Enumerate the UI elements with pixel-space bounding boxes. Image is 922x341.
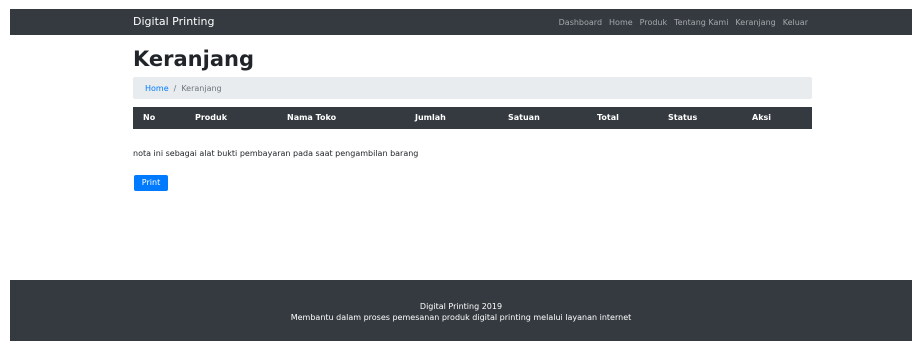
breadcrumb-separator: / <box>173 83 177 93</box>
navbar-brand[interactable]: Digital Printing <box>133 9 215 35</box>
page-title: Keranjang <box>133 47 254 71</box>
column-header-no: No <box>143 113 156 122</box>
nav-link-home[interactable]: Home <box>609 18 633 27</box>
receipt-note: nota ini sebagai alat bukti pembayaran p… <box>133 149 419 158</box>
cart-table-header: No Produk Nama Toko Jumlah Satuan Total … <box>133 107 812 129</box>
footer-tagline: Membantu dalam proses pemesanan produk d… <box>290 313 632 322</box>
column-header-satuan: Satuan <box>508 113 540 122</box>
column-header-total: Total <box>597 113 619 122</box>
top-navbar: Digital Printing Dashboard Home Produk T… <box>10 9 912 35</box>
column-header-jumlah: Jumlah <box>415 113 446 122</box>
breadcrumb-home-link[interactable]: Home <box>145 84 169 93</box>
nav-link-tentang-kami[interactable]: Tentang Kami <box>674 18 728 27</box>
footer: Digital Printing 2019 Membantu dalam pro… <box>10 280 912 341</box>
column-header-aksi: Aksi <box>752 113 772 122</box>
nav-link-keluar[interactable]: Keluar <box>783 18 808 27</box>
nav-link-produk[interactable]: Produk <box>640 18 667 27</box>
nav-link-dashboard[interactable]: Dashboard <box>559 18 602 27</box>
breadcrumb: Home / Keranjang <box>133 77 812 99</box>
nav-links: Dashboard Home Produk Tentang Kami Keran… <box>559 9 808 35</box>
column-header-nama-toko: Nama Toko <box>287 113 337 122</box>
breadcrumb-current: Keranjang <box>181 83 222 93</box>
column-header-produk: Produk <box>195 113 228 122</box>
footer-copyright: Digital Printing 2019 <box>419 302 503 311</box>
column-header-status: Status <box>668 113 698 122</box>
nav-link-keranjang[interactable]: Keranjang <box>735 18 775 27</box>
print-button[interactable]: Print <box>134 175 168 191</box>
